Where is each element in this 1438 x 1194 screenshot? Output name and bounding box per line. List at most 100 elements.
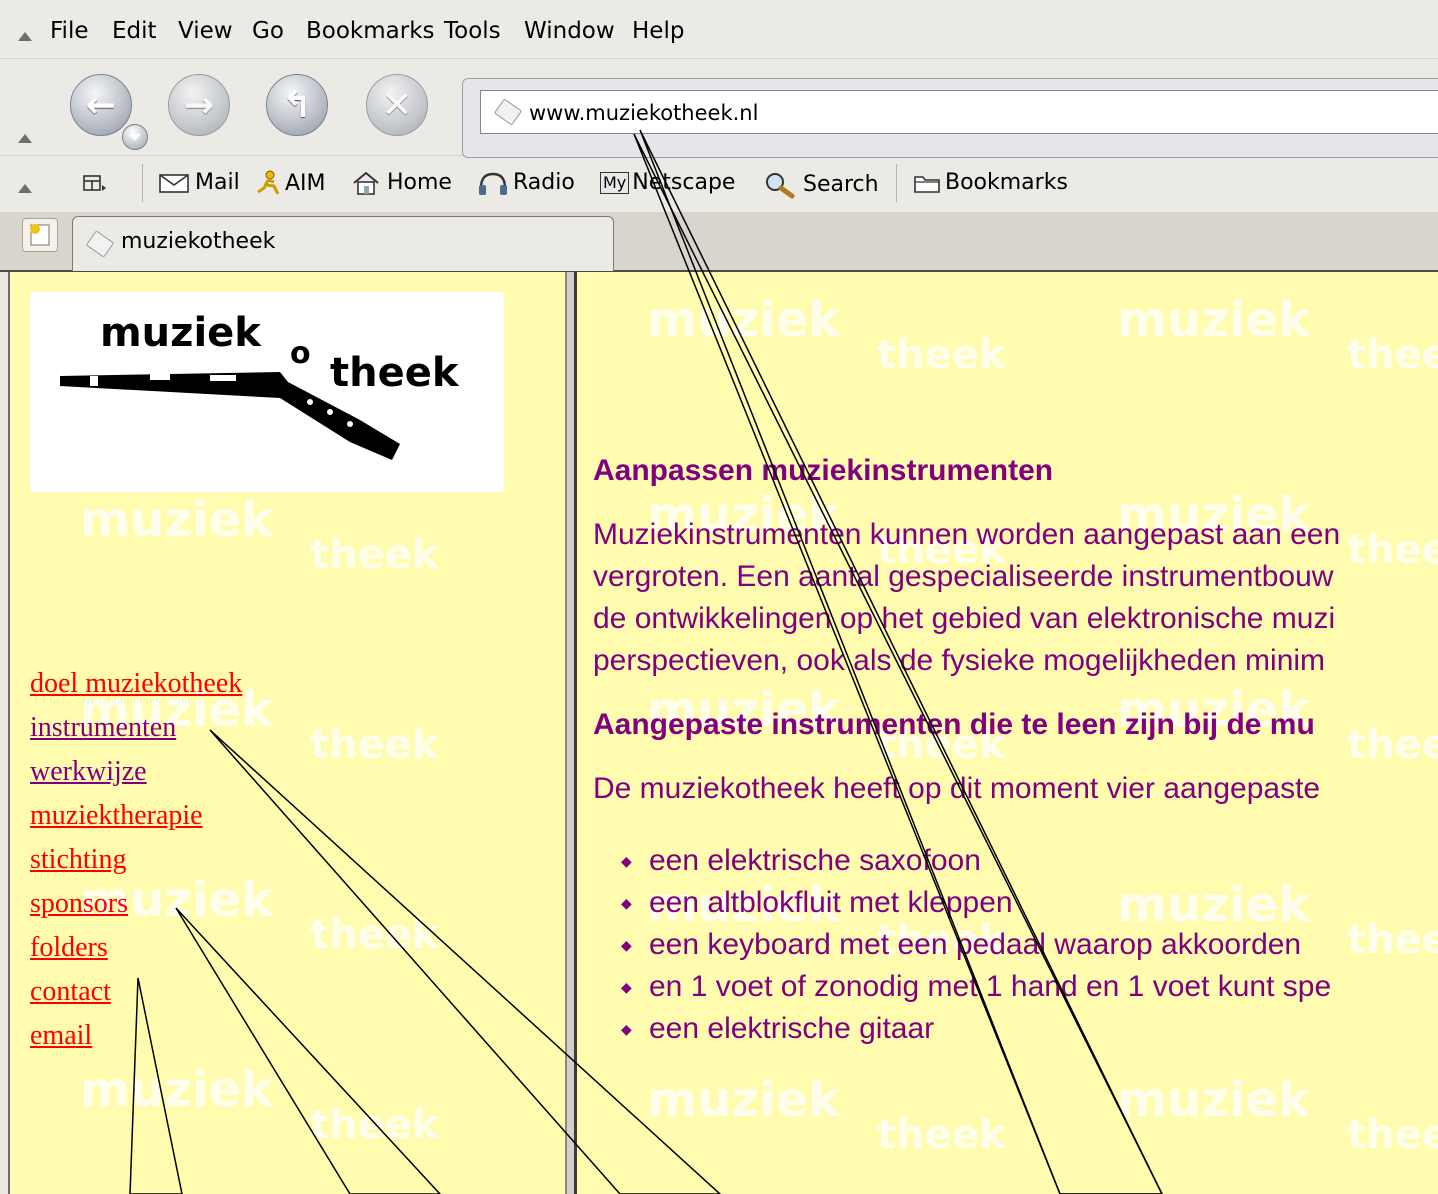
menu-window[interactable]: Window bbox=[524, 18, 615, 44]
watermark-text: muziek bbox=[80, 492, 274, 548]
list-item: een keyboard met een pedaal waarop akkoo… bbox=[621, 924, 1438, 966]
new-tab-button[interactable] bbox=[22, 218, 58, 252]
paragraph-line: Muziekinstrumenten kunnen worden aangepa… bbox=[593, 518, 1341, 551]
intro-paragraph: Muziekinstrumenten kunnen worden aangepa… bbox=[593, 514, 1438, 682]
back-history-dropdown-button[interactable] bbox=[122, 124, 148, 150]
toolbar-separator bbox=[896, 164, 897, 202]
watermark-text: muziek bbox=[80, 1062, 274, 1118]
tab-list-icon bbox=[83, 175, 106, 191]
tab-bar: muziekotheek bbox=[0, 212, 1438, 272]
paragraph-line: vergroten. Een aantal gespecialiseerde i… bbox=[593, 560, 1334, 593]
sidebar-link-werkwijze[interactable]: werkwijze bbox=[30, 750, 242, 794]
sidebar-link-email[interactable]: email bbox=[30, 1014, 242, 1058]
watermark-text: muziek bbox=[647, 292, 841, 348]
reload-icon: ↰ bbox=[281, 84, 313, 126]
instrument-list: een elektrische saxofoon een altblokflui… bbox=[593, 840, 1438, 1050]
page-icon bbox=[493, 98, 523, 126]
sidebar-link-doel-muziekotheek[interactable]: doel muziekotheek bbox=[30, 662, 242, 706]
heading-aangepaste-instrumenten: Aangepaste instrumenten die te leen zijn… bbox=[593, 708, 1315, 741]
forward-button[interactable]: → bbox=[168, 74, 230, 136]
menu-view[interactable]: View bbox=[178, 18, 233, 44]
bookmarks-folder-label: Bookmarks bbox=[945, 170, 1068, 195]
bookmark-aim[interactable]: AIM bbox=[254, 170, 326, 198]
bookmark-radio[interactable]: Radio bbox=[476, 170, 575, 196]
watermark-text: theek bbox=[310, 1102, 439, 1148]
url-text: www.muziekotheek.nl bbox=[529, 101, 759, 125]
tab-muziekotheek[interactable]: muziekotheek bbox=[72, 216, 614, 271]
menu-file[interactable]: File bbox=[50, 18, 89, 44]
sidebar-link-folders[interactable]: folders bbox=[30, 926, 242, 970]
paragraph-line: de ontwikkelingen op het gebied van elek… bbox=[593, 602, 1336, 635]
sidebar-link-sponsors[interactable]: sponsors bbox=[30, 882, 242, 926]
page-content: Aanpassen muziekinstrumenten Muziekinstr… bbox=[593, 454, 1438, 1050]
bookmark-search[interactable]: Search bbox=[762, 170, 879, 200]
url-input[interactable]: www.muziekotheek.nl bbox=[480, 90, 1438, 134]
watermark-text: muziek bbox=[647, 1072, 841, 1128]
left-frame: muziek theek muziek theek muziek theek m… bbox=[10, 272, 565, 1194]
menu-bar: File Edit View Go Bookmarks Tools Window… bbox=[0, 8, 1438, 59]
bookmarks-toolbar: Mail AIM Home Radio My Netscape Search Bo… bbox=[0, 158, 1438, 210]
reload-button[interactable]: ↰ bbox=[266, 74, 328, 136]
sidebar-link-stichting[interactable]: stichting bbox=[30, 838, 242, 882]
folder-icon bbox=[914, 176, 940, 193]
toolbar-separator bbox=[142, 164, 143, 202]
watermark-text: theek bbox=[1347, 332, 1438, 378]
toolbar-grip-icon[interactable] bbox=[16, 32, 34, 44]
headphones-icon bbox=[479, 172, 507, 195]
list-item: een altblokfluit met kleppen bbox=[621, 882, 1438, 924]
bookmark-aim-label: AIM bbox=[285, 171, 326, 196]
tab-label: muziekotheek bbox=[121, 229, 276, 254]
sidebar-link-instrumenten[interactable]: instrumenten bbox=[30, 706, 242, 750]
paragraph-line: perspectieven, ook als de fysieke mogeli… bbox=[593, 644, 1326, 677]
sidebar-nav: doel muziekotheek instrumenten werkwijze… bbox=[30, 662, 242, 1058]
search-icon bbox=[766, 173, 795, 199]
watermark-text: theek bbox=[877, 1112, 1006, 1158]
bookmarks-folder-button[interactable]: Bookmarks bbox=[912, 170, 1068, 195]
list-item-continuation: en 1 voet of zonodig met 1 hand en 1 voe… bbox=[621, 966, 1438, 1008]
home-icon bbox=[353, 171, 379, 195]
tab-menu-button[interactable] bbox=[82, 170, 111, 195]
arrow-right-icon: → bbox=[183, 84, 215, 126]
new-tab-icon bbox=[30, 224, 50, 246]
menu-edit[interactable]: Edit bbox=[112, 18, 157, 44]
menu-go[interactable]: Go bbox=[252, 18, 284, 44]
watermark-text: theek bbox=[1347, 1112, 1438, 1158]
bookmark-home-label: Home bbox=[387, 170, 452, 195]
list-item: een elektrische saxofoon bbox=[621, 840, 1438, 882]
sidebar-link-muziektherapie[interactable]: muziektherapie bbox=[30, 794, 242, 838]
bookmark-radio-label: Radio bbox=[513, 170, 575, 195]
stop-button[interactable]: ✕ bbox=[366, 74, 428, 136]
site-logo: muziek o theek bbox=[30, 292, 504, 492]
menu-tools[interactable]: Tools bbox=[444, 18, 501, 44]
window-left-border bbox=[0, 272, 10, 1194]
menu-help[interactable]: Help bbox=[632, 18, 684, 44]
aim-runner-icon bbox=[257, 170, 280, 195]
page-icon bbox=[85, 230, 115, 258]
watermark-text: theek bbox=[877, 332, 1006, 378]
clarinet-image bbox=[60, 372, 400, 460]
mail-icon bbox=[159, 174, 189, 193]
watermark-text: muziek bbox=[1117, 1072, 1311, 1128]
my-netscape-icon: My bbox=[600, 172, 630, 194]
toolbar-grip-icon[interactable] bbox=[16, 184, 34, 196]
heading-aanpassen: Aanpassen muziekinstrumenten bbox=[593, 454, 1054, 487]
close-icon: ✕ bbox=[381, 84, 413, 126]
bookmark-home[interactable]: Home bbox=[350, 170, 452, 196]
content-frame: muziek theek muziek theek muziek theek m… bbox=[577, 272, 1438, 1194]
bookmark-netscape-label: Netscape bbox=[632, 170, 736, 195]
watermark-text: theek bbox=[310, 912, 439, 958]
bookmark-netscape[interactable]: My Netscape bbox=[600, 170, 735, 195]
bookmark-mail-label: Mail bbox=[195, 170, 240, 195]
menu-bookmarks[interactable]: Bookmarks bbox=[306, 18, 435, 44]
bookmark-mail[interactable]: Mail bbox=[158, 170, 240, 195]
back-button[interactable]: ← bbox=[70, 74, 132, 136]
frame-resize-divider[interactable] bbox=[565, 272, 577, 1194]
sidebar-link-contact[interactable]: contact bbox=[30, 970, 242, 1014]
bookmark-search-label: Search bbox=[803, 172, 879, 197]
arrow-left-icon: ← bbox=[85, 84, 117, 126]
toolbar-grip-icon[interactable] bbox=[16, 134, 34, 146]
list-item: een elektrische gitaar bbox=[621, 1008, 1438, 1050]
watermark-text: muziek bbox=[1117, 292, 1311, 348]
instruments-intro: De muziekotheek heeft op dit moment vier… bbox=[593, 772, 1321, 805]
watermark-text: theek bbox=[310, 722, 439, 768]
